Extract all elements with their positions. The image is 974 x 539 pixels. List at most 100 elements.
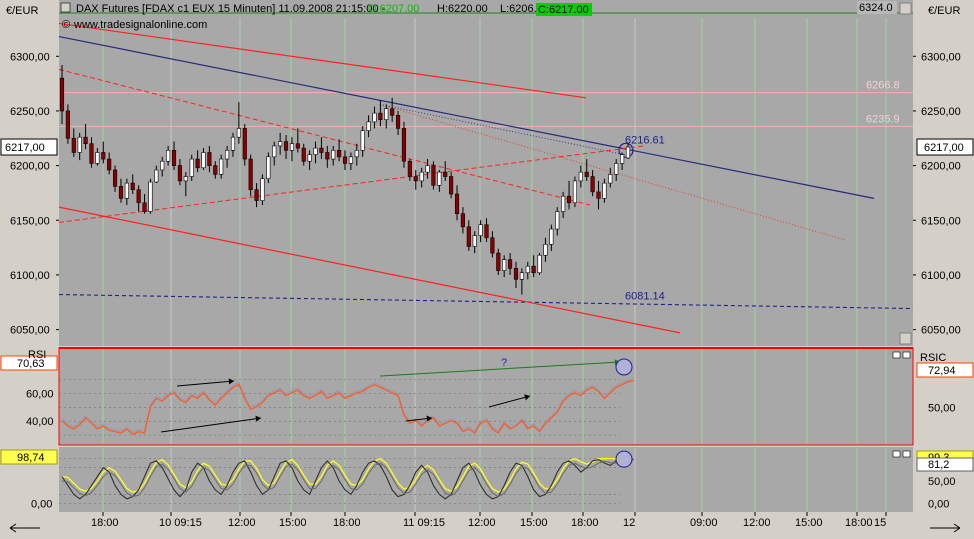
candle-body	[337, 149, 342, 158]
candle-body	[183, 176, 188, 182]
stoch-tick-label-right: 0,00	[928, 498, 949, 510]
level-label: 6266.8	[866, 80, 900, 92]
candle-body	[596, 191, 601, 199]
rsi-panel-maximize-button[interactable]	[892, 351, 901, 359]
candle-body	[289, 143, 295, 151]
candle-body	[443, 171, 448, 177]
candle-body	[331, 149, 336, 160]
price-tick-label: 6050,00	[921, 325, 961, 337]
candle-body	[513, 268, 519, 280]
candle-body	[313, 147, 318, 155]
time-tick-label: 10 09:15	[159, 517, 202, 529]
candle-body	[207, 152, 212, 166]
candle-body	[508, 259, 513, 269]
candle-body	[319, 147, 324, 153]
candle-body	[478, 224, 483, 236]
time-tick-label: 18:00	[845, 517, 873, 529]
rsi-current-right: 72,94	[928, 365, 956, 377]
candle-body	[171, 149, 177, 166]
candle-body	[266, 156, 271, 180]
scroll-up-left-button[interactable]	[60, 2, 71, 13]
price-tick-label: 6100,00	[921, 270, 961, 282]
candle-body	[537, 254, 542, 274]
level-label: 6081.14	[625, 291, 665, 303]
time-tick-label: 15:00	[279, 517, 307, 529]
scroll-down-right-button[interactable]	[899, 332, 912, 345]
candle-body	[118, 186, 124, 199]
rsi-tick-label-right: 50,00	[928, 402, 956, 414]
rsi-label-right: RSIC	[920, 352, 946, 364]
candle-body	[419, 171, 424, 182]
candle-body	[454, 193, 460, 215]
rsi-circle	[615, 358, 633, 376]
price-tick-label: 6200,00	[10, 161, 50, 173]
time-tick-label: 12:00	[228, 517, 256, 529]
time-tick-label: 15:00	[520, 517, 548, 529]
ohlc-close: C:6217.00	[538, 4, 589, 16]
rsi-question-mark: ?	[501, 357, 507, 369]
candle-body	[342, 156, 348, 164]
copyright-icon: ©	[62, 19, 70, 31]
candle-body	[366, 121, 371, 131]
ohlc-high: H:6220.00	[437, 3, 488, 15]
candle-body	[460, 213, 465, 228]
stoch-current-left: 98,74	[17, 452, 45, 464]
candle-body	[230, 136, 236, 151]
candle-body	[378, 112, 383, 120]
scroll-up-right-button[interactable]	[899, 2, 912, 15]
stoch-panel-close-button[interactable]	[902, 450, 911, 458]
candle-body	[590, 176, 595, 193]
candle-body	[555, 211, 560, 230]
candle-body	[390, 108, 395, 116]
candle-body	[572, 180, 578, 204]
candle-body	[620, 154, 625, 164]
candle-body	[519, 272, 524, 280]
price-tick-label: 6200,00	[921, 161, 961, 173]
candle-body	[413, 176, 418, 182]
candle-body	[225, 149, 230, 160]
stoch-tick-label: 0,00	[31, 498, 52, 510]
current-price-label: 6217,00	[5, 142, 45, 154]
candle-body	[236, 128, 241, 138]
header-title: DAX Futures [FDAX c1 EUX 15 Minuten] 11.…	[76, 3, 386, 15]
price-tick-label: 6300,00	[10, 51, 50, 63]
candle-body	[525, 265, 530, 274]
candle-body	[142, 202, 147, 212]
candle-body	[112, 169, 118, 187]
candle-body	[213, 165, 218, 175]
candle-body	[272, 145, 277, 158]
candle-body	[325, 152, 330, 160]
candle-body	[496, 252, 501, 271]
candle-body	[602, 182, 607, 199]
rsi-tick-label: 40,00	[26, 416, 54, 428]
price-tick-label: 6150,00	[10, 215, 50, 227]
candle-body	[614, 163, 619, 175]
candle-body	[59, 77, 65, 112]
current-price-label: 6217,00	[924, 142, 964, 154]
candle-body	[543, 244, 548, 256]
rsi-panel-close-button[interactable]	[902, 351, 911, 359]
candle-body	[65, 110, 70, 139]
candle-body	[561, 195, 566, 212]
candle-body	[242, 128, 247, 160]
candle-body	[130, 182, 135, 190]
candle-body	[584, 171, 589, 177]
ohlc-open: O:6207.00	[368, 3, 419, 15]
candle-body	[307, 154, 312, 162]
stoch-tick-label-right: 50,00	[928, 476, 956, 488]
candle-body	[301, 147, 306, 162]
price-tick-label: 6100,00	[10, 270, 50, 282]
copyright-text: www.tradesignalonline.com	[73, 19, 207, 31]
candle-body	[407, 160, 412, 177]
candle-body	[401, 128, 407, 162]
rsi-tick-label: 60,00	[26, 389, 54, 401]
stoch-panel-maximize-button[interactable]	[892, 450, 901, 458]
price-tick-label: 6050,00	[10, 325, 50, 337]
time-tick-label: 12:00	[743, 517, 771, 529]
top-value: 6324.0	[859, 2, 893, 14]
candle-body	[95, 152, 100, 164]
candle-body	[195, 158, 200, 169]
candle-body	[201, 152, 206, 169]
candle-body	[160, 160, 165, 171]
candle-body	[248, 158, 253, 190]
